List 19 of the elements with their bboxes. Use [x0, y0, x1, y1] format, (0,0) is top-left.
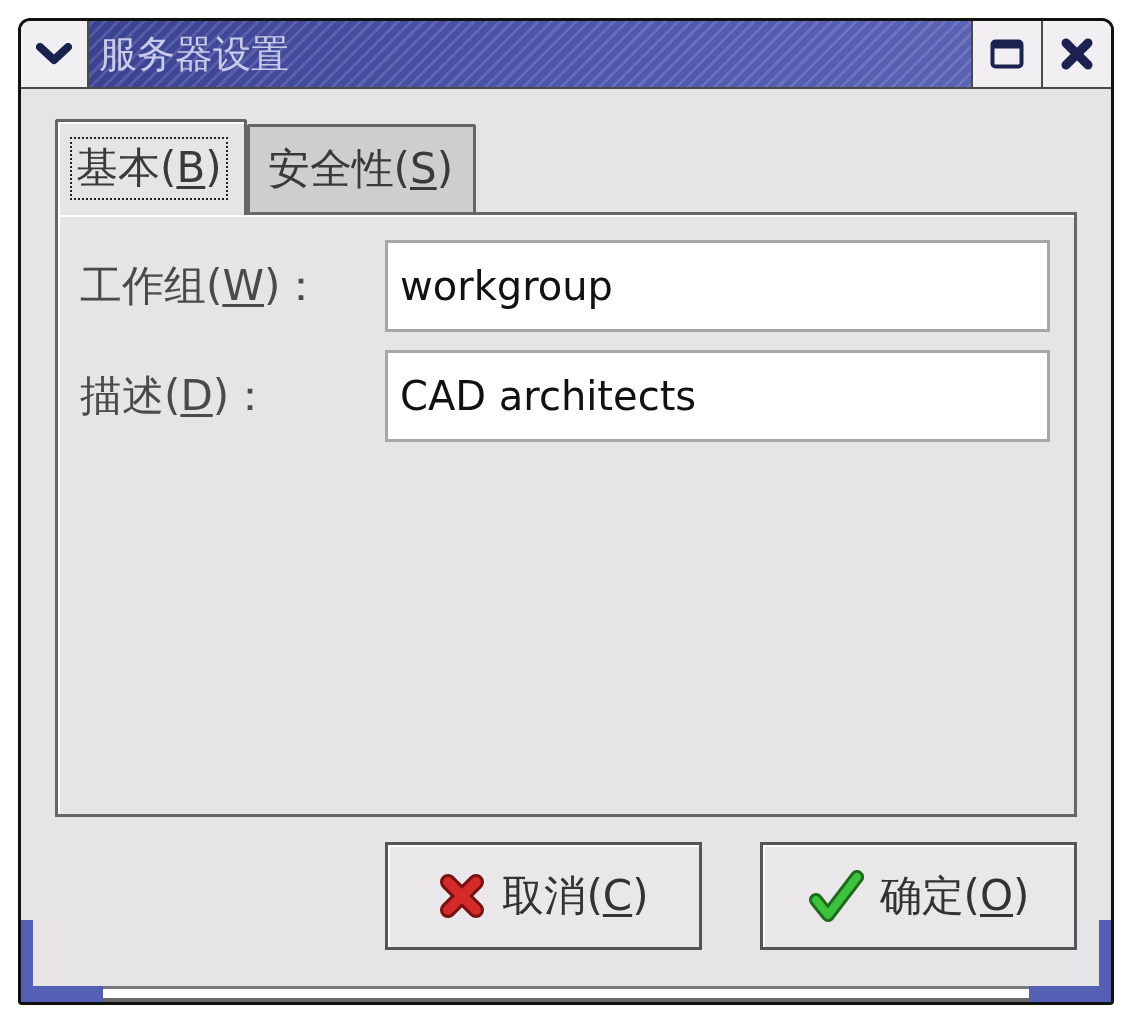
window-menu-button[interactable]: [21, 21, 89, 87]
cancel-button[interactable]: 取消(C): [385, 842, 702, 950]
cross-icon: [438, 872, 487, 920]
field-label: 描述(D)：: [80, 370, 273, 422]
field-label: 工作组(W)：: [80, 260, 324, 312]
ok-button[interactable]: 确定(O): [760, 842, 1077, 950]
close-button[interactable]: [1041, 21, 1111, 87]
maximize-icon: [990, 39, 1024, 69]
close-icon: [1060, 37, 1094, 71]
chevron-down-icon: [36, 43, 72, 65]
tab[interactable]: 基本(B): [55, 119, 247, 215]
resize-handle[interactable]: [1029, 920, 1111, 1002]
resize-handle[interactable]: [21, 920, 103, 1002]
input-field[interactable]: workgroup: [385, 240, 1050, 332]
tab[interactable]: 安全性(S): [246, 124, 477, 212]
input-field[interactable]: CAD architects: [385, 350, 1050, 442]
maximize-button[interactable]: [971, 21, 1041, 87]
check-icon: [807, 868, 864, 924]
window-title: 服务器设置: [99, 35, 289, 73]
